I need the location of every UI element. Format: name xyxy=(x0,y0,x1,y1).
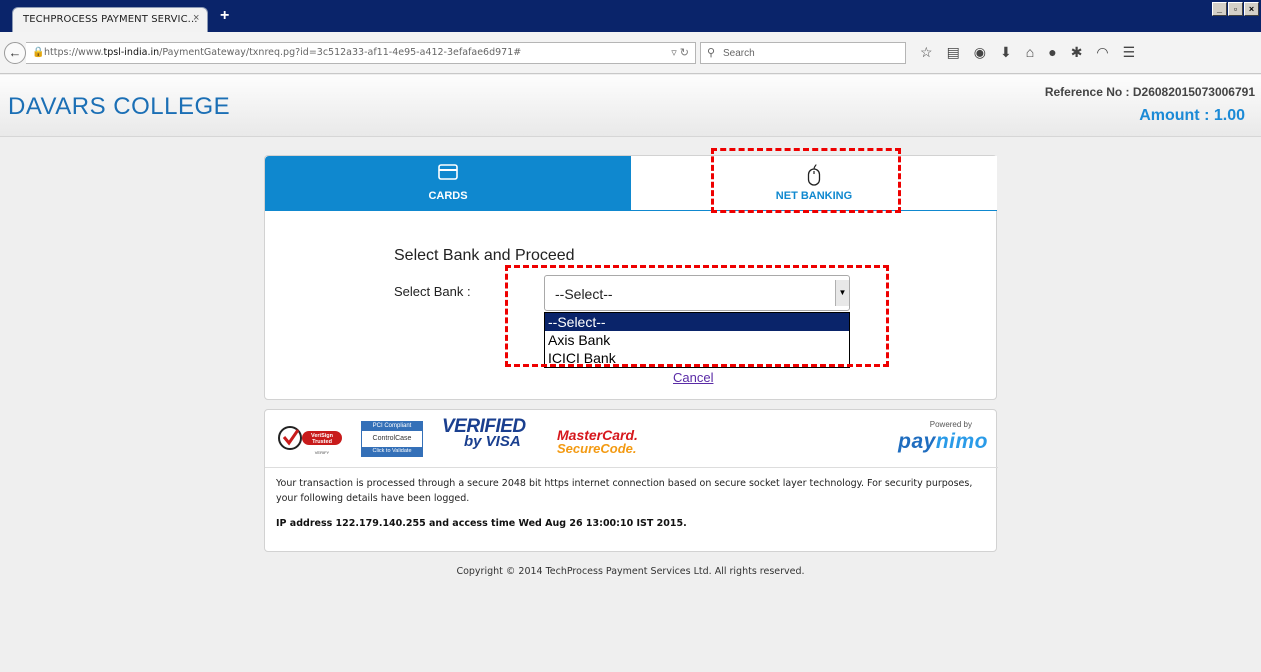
minimize-button[interactable]: _ xyxy=(1212,2,1227,16)
reference-number: Reference No : D26082015073006791 xyxy=(1044,85,1255,99)
search-icon: ⚲ xyxy=(707,47,716,59)
tab-cards[interactable]: CARDS xyxy=(265,156,631,211)
tab-cards-label: CARDS xyxy=(428,190,468,202)
credit-card-icon xyxy=(265,164,631,185)
search-placeholder: Search xyxy=(723,48,755,59)
pocket-icon[interactable]: ◉ xyxy=(974,44,986,61)
download-icon[interactable]: ⬇ xyxy=(1000,44,1012,61)
maximize-button[interactable]: ▫ xyxy=(1228,2,1243,16)
close-window-button[interactable]: × xyxy=(1244,2,1259,16)
annotation-box-bank-select xyxy=(505,265,889,367)
visa-line2: by VISA xyxy=(464,433,521,450)
browser-tab[interactable]: TECHPROCESS PAYMENT SERVIC... × xyxy=(12,7,208,32)
trust-logos: VeriSign Trusted VERIFY PCI Compliant Co… xyxy=(265,410,998,468)
college-name: DAVARS COLLEGE xyxy=(8,93,231,120)
reading-list-icon[interactable]: ▤ xyxy=(947,44,960,61)
bookmark-star-icon[interactable]: ☆ xyxy=(920,44,933,61)
svg-text:VERIFY: VERIFY xyxy=(315,450,330,455)
mastercard-securecode-logo[interactable]: MasterCard. SecureCode. xyxy=(557,427,638,456)
browser-nav-bar: ← 🔒 https://www.tpsl-india.in/PaymentGat… xyxy=(0,32,1261,74)
reload-icon[interactable]: ▿ ↻ xyxy=(671,46,689,59)
pci-top-text: PCI Compliant xyxy=(362,422,422,431)
amount: Amount : 1.00 xyxy=(1139,107,1245,124)
ip-address-log: IP address 122.179.140.255 and access ti… xyxy=(276,518,687,529)
extension-icon[interactable]: ✱ xyxy=(1071,44,1083,61)
browser-title-bar: TECHPROCESS PAYMENT SERVIC... × + _ ▫ × xyxy=(0,0,1261,32)
paynimo-logo: paynimo xyxy=(898,430,988,453)
verified-by-visa-logo[interactable]: VERIFIED by VISA xyxy=(442,416,526,450)
select-bank-label: Select Bank : xyxy=(394,284,471,299)
pci-mid-text: ControlCase xyxy=(372,435,412,442)
new-tab-button[interactable]: + xyxy=(220,7,229,25)
cancel-link[interactable]: Cancel xyxy=(673,370,713,385)
merchant-header: DAVARS COLLEGE Reference No : D260820150… xyxy=(0,75,1261,137)
lock-icon: 🔒 xyxy=(32,47,45,58)
window-controls: _ ▫ × xyxy=(1212,2,1259,16)
mastercard-line2: SecureCode. xyxy=(557,441,637,456)
pci-bottom-text: Click to Validate xyxy=(362,447,422,456)
url-text: https://www.tpsl-india.in/PaymentGateway… xyxy=(44,47,522,58)
annotation-box-net-banking xyxy=(711,148,901,213)
address-bar[interactable]: 🔒 https://www.tpsl-india.in/PaymentGatew… xyxy=(26,42,696,64)
powered-by-label: Powered by xyxy=(929,420,972,429)
menu-icon[interactable]: ☰ xyxy=(1123,44,1136,61)
security-panel: VeriSign Trusted VERIFY PCI Compliant Co… xyxy=(264,409,998,552)
copyright-footer: Copyright © 2014 TechProcess Payment Ser… xyxy=(456,566,805,577)
verisign-logo[interactable]: VeriSign Trusted VERIFY xyxy=(276,418,344,458)
home-icon[interactable]: ⌂ xyxy=(1026,44,1034,61)
pci-compliant-logo[interactable]: PCI Compliant ControlCase Click to Valid… xyxy=(361,421,423,457)
back-arrow-icon[interactable]: ← xyxy=(4,42,26,64)
search-input[interactable]: ⚲ Search xyxy=(700,42,906,64)
tab-title: TECHPROCESS PAYMENT SERVIC... xyxy=(23,14,198,25)
toolbar-icons: ☆ ▤ ◉ ⬇ ⌂ ● ✱ ◠ ☰ xyxy=(920,44,1135,61)
chat-icon[interactable]: ● xyxy=(1048,44,1056,61)
close-tab-icon[interactable]: × xyxy=(193,12,199,24)
svg-text:Trusted: Trusted xyxy=(312,439,332,445)
rainbow-icon[interactable]: ◠ xyxy=(1096,44,1108,61)
security-notice: Your transaction is processed through a … xyxy=(276,478,973,504)
select-bank-heading: Select Bank and Proceed xyxy=(394,247,575,264)
